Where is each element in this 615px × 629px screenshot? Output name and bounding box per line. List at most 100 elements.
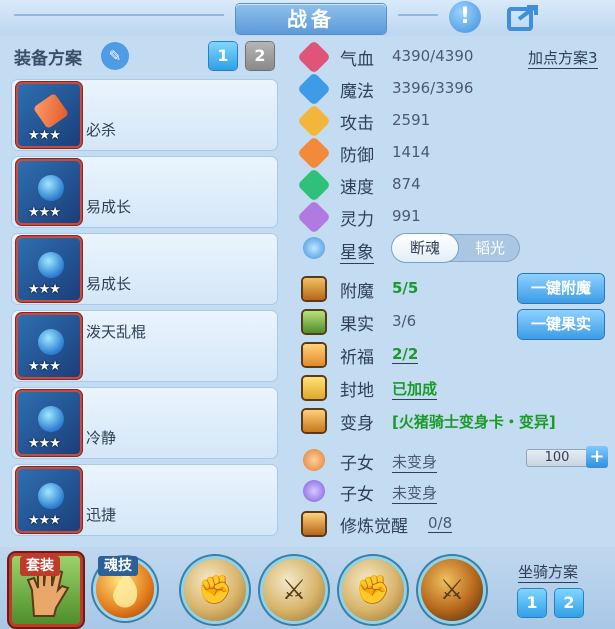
equipment-icon: ★★★ <box>18 315 80 377</box>
skill-slot-1[interactable]: ✊ <box>184 559 246 621</box>
stat-label-hp: 气血 <box>340 50 374 70</box>
stat-value-hp: 4390/4390 <box>392 47 474 65</box>
star-rating: ★★★ <box>28 128 61 143</box>
child-label-2: 子女 <box>340 485 374 505</box>
equipment-icon: ★★★ <box>18 238 80 300</box>
title-decoration-left <box>14 14 224 16</box>
child-value-1[interactable]: 未变身 <box>392 451 438 473</box>
stat-value-spirit: 991 <box>392 207 421 225</box>
awakening-label: 修炼觉醒 <box>340 517 408 537</box>
battle-prep-window: 战备 ! 装备方案 ✎ 1 2 ★★★ 必杀 ★★★ 易成长 ★★★ 易成长 ★… <box>0 0 615 629</box>
star-option-taoguang[interactable]: 韬光 <box>462 234 518 262</box>
mount-plan-tab-1[interactable]: 1 <box>518 589 546 617</box>
title-decoration-right <box>398 14 438 16</box>
child-icon-2 <box>303 480 325 502</box>
star-rating: ★★★ <box>28 513 61 528</box>
shield-icon <box>297 72 331 106</box>
equipment-slot-5[interactable]: ★★★ 冷静 <box>12 388 277 458</box>
share-icon <box>507 5 538 31</box>
transform-value: [火猪骑士变身卡・变异] <box>392 413 556 431</box>
star-option-duanhun[interactable]: 断魂 <box>392 234 458 262</box>
equipment-name: 易成长 <box>86 275 132 293</box>
fief-value[interactable]: 已加成 <box>392 378 438 400</box>
transform-icon <box>303 410 325 432</box>
armor-icon <box>297 136 331 170</box>
star-rating: ★★★ <box>28 436 61 451</box>
skill-slot-3[interactable]: ✊ <box>342 559 404 621</box>
equipment-name: 必杀 <box>86 121 117 139</box>
plus-icon: + <box>589 446 605 467</box>
stat-value-speed: 874 <box>392 175 421 193</box>
equipment-name: 冷静 <box>86 429 117 447</box>
quantity-plus-button[interactable]: + <box>586 446 608 468</box>
equipment-icon: ★★★ <box>18 392 80 454</box>
stat-label-attack: 攻击 <box>340 114 374 134</box>
stat-label-defense: 防御 <box>340 146 374 166</box>
skill-slot-2[interactable]: ⚔ <box>263 559 325 621</box>
equipment-slot-2[interactable]: ★★★ 易成长 <box>12 157 277 227</box>
ice-pop-icon <box>32 92 70 130</box>
boots-icon <box>38 483 64 509</box>
points-plan-link[interactable]: 加点方案3 <box>528 47 598 69</box>
equipment-icon: ★★★ <box>18 161 80 223</box>
enchant-value: 5/5 <box>392 279 419 297</box>
star-rating: ★★★ <box>28 205 61 220</box>
child-icon <box>303 449 325 471</box>
stat-label-speed: 速度 <box>340 178 374 198</box>
set-tag: 套装 <box>20 556 60 576</box>
spirit-icon <box>297 200 331 234</box>
window-title: 战备 <box>236 4 386 34</box>
one-click-enchant-button[interactable]: 一键附魔 <box>518 274 604 303</box>
transform-label: 变身 <box>340 414 374 434</box>
share-button[interactable] <box>505 1 543 33</box>
helmet-icon <box>38 175 64 201</box>
edit-plan-button[interactable]: ✎ <box>101 42 129 70</box>
fruit-value: 3/6 <box>392 312 417 330</box>
equipment-plan-label: 装备方案 <box>14 49 82 69</box>
blessing-value[interactable]: 2/2 <box>392 345 419 364</box>
stat-value-defense: 1414 <box>392 143 431 161</box>
armor-icon <box>38 252 64 278</box>
equipment-name: 易成长 <box>86 198 132 216</box>
star-sign-label[interactable]: 星象 <box>340 238 374 264</box>
quantity-field[interactable]: 100 <box>526 449 588 467</box>
mount-plan-label[interactable]: 坐骑方案 <box>518 561 579 583</box>
equipment-icon: ★★★ <box>18 469 80 531</box>
enchant-label: 附魔 <box>340 282 374 302</box>
stat-value-attack: 2591 <box>392 111 431 129</box>
exclamation-icon: ! <box>459 4 471 29</box>
fist-icon: ✊ <box>197 573 233 606</box>
necklace-icon <box>38 329 64 355</box>
equipment-icon: ★★★ <box>18 84 80 146</box>
equipment-plan-tab-2[interactable]: 2 <box>246 42 274 70</box>
blessing-icon <box>303 344 325 366</box>
stat-label-spirit: 灵力 <box>340 210 374 230</box>
equipment-slot-6[interactable]: ★★★ 迅捷 <box>12 465 277 535</box>
awakening-value[interactable]: 0/8 <box>428 514 453 533</box>
one-click-fruit-button[interactable]: 一键果实 <box>518 310 604 339</box>
punch-icon: ✊ <box>355 573 391 606</box>
info-button[interactable]: ! <box>449 1 481 33</box>
stat-value-mp: 3396/3396 <box>392 79 474 97</box>
pen-icon: ✎ <box>108 47 122 65</box>
fruit-icon <box>303 311 325 333</box>
fief-label: 封地 <box>340 381 374 401</box>
star-rating: ★★★ <box>28 359 61 374</box>
fief-icon <box>303 377 325 399</box>
equipment-name: 迅捷 <box>86 506 117 524</box>
soul-skill-tag: 魂技 <box>98 556 138 576</box>
equipment-slot-1[interactable]: ★★★ 必杀 <box>12 80 277 150</box>
equipment-plan-tab-1[interactable]: 1 <box>209 42 237 70</box>
lightning-icon <box>297 168 331 202</box>
equipment-slot-3[interactable]: ★★★ 易成长 <box>12 234 277 304</box>
heart-icon <box>297 40 331 74</box>
stat-label-mp: 魔法 <box>340 82 374 102</box>
child-label-1: 子女 <box>340 454 374 474</box>
equipment-name: 泼天乱棍 <box>86 323 147 341</box>
skill-slot-4[interactable]: ⚔ <box>421 559 483 621</box>
sword-icon <box>297 104 331 138</box>
mount-plan-tab-2[interactable]: 2 <box>555 589 583 617</box>
child-value-2[interactable]: 未变身 <box>392 482 438 504</box>
belt-icon <box>38 406 64 432</box>
equipment-slot-4[interactable]: ★★★ 泼天乱棍 <box>12 311 277 381</box>
